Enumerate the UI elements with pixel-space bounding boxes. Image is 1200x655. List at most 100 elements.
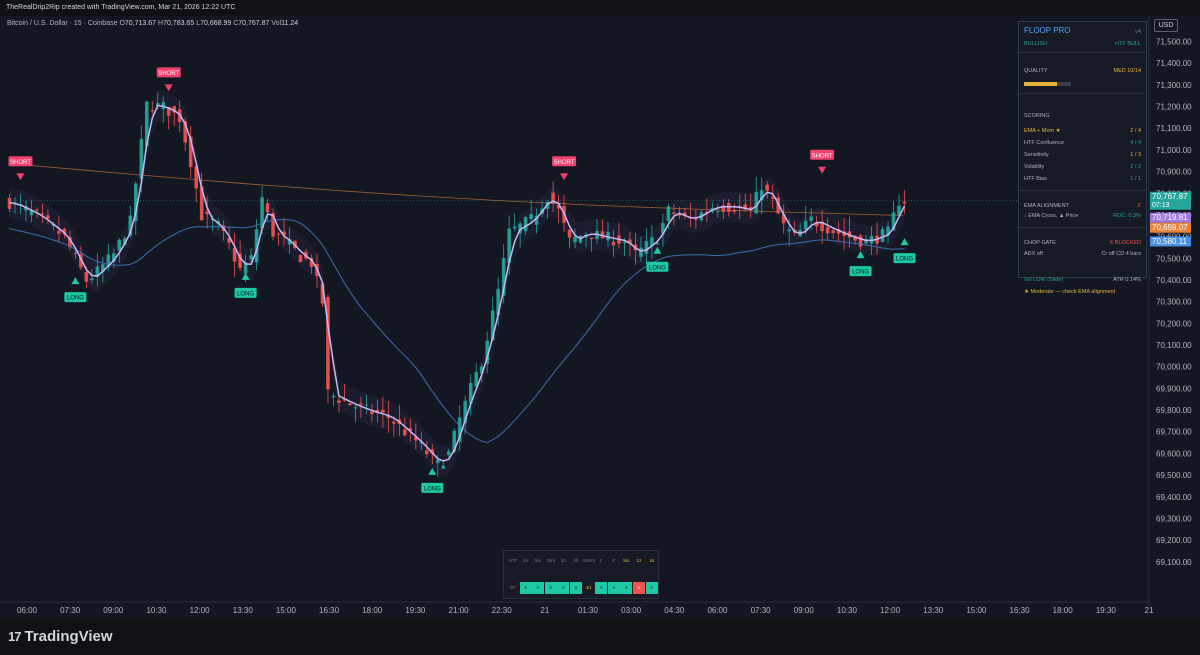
currency-button[interactable]: USD <box>1154 19 1178 32</box>
candle-body <box>611 241 616 246</box>
time-tick-label: 18:00 <box>362 606 383 615</box>
score-row: Volatility 2 / 2 <box>1019 163 1146 172</box>
price-axis-label: 70,767.8707:13 <box>1150 191 1191 210</box>
candle-body <box>441 465 446 469</box>
ema-alignment-label: EMA ALIGNMENT <box>1024 203 1069 209</box>
time-tick-label: 13:30 <box>923 606 944 615</box>
top-attribution-bar: TheRealDrip2Rip created with TradingView… <box>0 0 1200 16</box>
time-tick-label: 10:30 <box>837 606 858 615</box>
long-label: LONG <box>896 257 913 263</box>
candle-body <box>435 459 440 463</box>
price-tick-label: 70,300.00 <box>1156 298 1192 307</box>
ema-alignment-mark: X <box>1137 203 1141 209</box>
scoring-label: SCORING <box>1024 113 1050 119</box>
symbol-name[interactable]: Bitcoin / U.S. Dollar · 15 · Coinbase <box>7 20 118 27</box>
short-label: SHORT <box>158 71 179 77</box>
time-tick-label: 01:30 <box>578 606 599 615</box>
time-tick-label: 12:00 <box>880 606 901 615</box>
panel-version: v4 <box>1135 29 1141 35</box>
candle-body <box>716 211 720 213</box>
price-tick-label: 71,200.00 <box>1156 103 1192 112</box>
floop-pro-panel: FLOOP PRO v4 BULLISH HTF BULL QUALITY ME… <box>1018 21 1147 295</box>
mini-table-value-cell: A <box>645 582 658 594</box>
candle-body <box>359 403 363 405</box>
candle-body <box>694 218 698 220</box>
low-value: 70,668.99 <box>200 20 232 27</box>
candle-body <box>622 241 627 243</box>
quality-bar <box>1024 82 1071 86</box>
score-name: EMA + Mom ★ <box>1024 128 1061 134</box>
candle-body <box>265 203 270 213</box>
timeframe-mini-table: HTF 1H 5m 15m 1h 4h SDHS 1' 5' 5m 12 16 EF A A A A A 4/1 A A… <box>503 550 659 599</box>
mini-table-header-cell: 5' <box>612 558 616 563</box>
price-tick-label: 69,400.00 <box>1156 493 1192 502</box>
symbol-legend[interactable]: Bitcoin / U.S. Dollar · 15 · Coinbase O7… <box>7 20 298 27</box>
price-tick-label: 70,000.00 <box>1156 363 1192 372</box>
price-tick-label: 70,400.00 <box>1156 276 1192 285</box>
long-label: LONG <box>67 296 84 302</box>
candle-body <box>331 395 336 398</box>
mini-table-header-cell: HTF <box>508 558 518 563</box>
price-axis-label: 70,659.07 <box>1150 222 1191 233</box>
tradingview-logo[interactable]: 17 TradingView <box>8 628 113 645</box>
time-tick-label: 06:00 <box>707 606 728 615</box>
time-tick-label: 21 <box>1145 606 1154 615</box>
vol-value: 11.24 <box>281 20 299 27</box>
candle-body <box>787 229 791 232</box>
price-axis-label-text: 70,659.07 <box>1152 223 1188 232</box>
candle-body <box>35 209 39 211</box>
candle-body <box>529 214 533 220</box>
vol-state-label: Vol LOW (Slide) <box>1024 277 1064 283</box>
time-tick-label: 15:00 <box>966 606 987 615</box>
time-tick-label: 07:30 <box>751 606 772 615</box>
candle-body <box>370 411 374 415</box>
candle-body <box>589 237 594 240</box>
mini-table-value-cell: A <box>557 582 570 594</box>
panel-htf-state: HTF BULL <box>1115 41 1141 47</box>
mini-table-value-cell: A <box>532 582 545 594</box>
time-tick-label: 21 <box>540 606 549 615</box>
price-tick-label: 70,200.00 <box>1156 319 1192 328</box>
candle-body <box>803 220 808 230</box>
price-tick-label: 69,100.00 <box>1156 558 1192 567</box>
close-value: 70,767.87 <box>238 20 270 27</box>
time-tick-label: 07:30 <box>60 606 81 615</box>
short-label: SHORT <box>10 160 31 166</box>
candle-body <box>425 450 429 455</box>
price-tick-label: 69,500.00 <box>1156 471 1192 480</box>
candle-body <box>73 252 78 254</box>
candle-body <box>666 206 671 221</box>
time-tick-label: 16:30 <box>319 606 340 615</box>
price-tick-label: 71,300.00 <box>1156 81 1192 90</box>
time-tick-label: 13:30 <box>233 606 254 615</box>
candle-body <box>276 233 281 235</box>
chop-gate-value: X BLOCKED <box>1109 240 1141 246</box>
short-label: SHORT <box>554 160 575 166</box>
candle-body <box>831 230 835 233</box>
footer-bar: 17 TradingView <box>0 619 1200 655</box>
time-tick-label: 03:00 <box>621 606 642 615</box>
ema-cross-label: ↓ EMA Cross, ▲ Price <box>1024 213 1079 219</box>
candle-body <box>446 451 451 456</box>
mini-table-header-cell: 12 <box>636 558 642 563</box>
mini-table-header-cell: 15m <box>546 558 556 563</box>
long-label: LONG <box>237 291 254 297</box>
candle-body <box>902 201 907 204</box>
price-tick-label: 69,900.00 <box>1156 384 1192 393</box>
tradingview-brand: TradingView <box>24 628 113 645</box>
candle-body <box>364 404 369 406</box>
score-value: 2 / 4 <box>1130 128 1141 134</box>
candle-body <box>754 192 759 214</box>
mini-table-value-cell: V <box>633 582 645 594</box>
candle-body <box>150 110 155 112</box>
candle-body <box>337 400 341 403</box>
score-row: HTF Confluence 4 / 4 <box>1019 139 1146 148</box>
candle-body <box>825 227 830 234</box>
adx-label: ADX off <box>1024 251 1043 257</box>
mini-table-header-cell: 4h <box>573 558 579 563</box>
adx-value: Cr off CD 4 bars <box>1101 251 1141 257</box>
quality-label: QUALITY <box>1024 68 1048 74</box>
vol-label: Vol <box>271 20 282 27</box>
price-tick-label: 69,600.00 <box>1156 449 1192 458</box>
time-tick-label: 04:30 <box>664 606 685 615</box>
